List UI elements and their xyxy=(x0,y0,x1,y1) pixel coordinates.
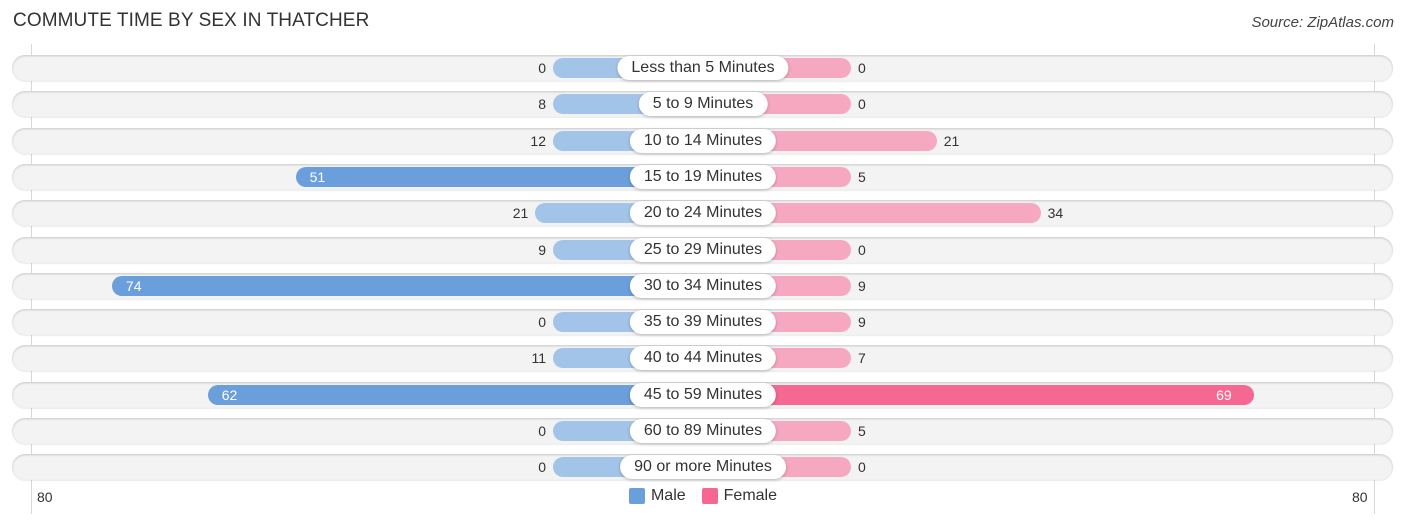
category-label: 25 to 29 Minutes xyxy=(629,237,777,262)
value-label-female: 0 xyxy=(858,241,866,258)
legend-item-male: Male xyxy=(628,487,686,505)
value-label-male: 9 xyxy=(538,241,546,258)
value-label-male: 51 xyxy=(309,168,326,185)
legend-label-male: Male xyxy=(650,487,686,504)
value-label-female: 5 xyxy=(858,423,866,439)
chart-title: COMMUTE TIME BY SEX IN THATCHER xyxy=(13,10,370,31)
source-label: Source: ZipAtlas.com xyxy=(1251,14,1394,31)
value-label-male: 8 xyxy=(538,96,546,113)
category-label: 5 to 9 Minutes xyxy=(638,92,768,117)
value-label-male: 11 xyxy=(531,350,546,367)
category-label: 20 to 24 Minutes xyxy=(629,201,777,226)
value-label-male: 0 xyxy=(538,459,546,476)
value-label-female: 21 xyxy=(943,132,960,149)
value-label-male: 0 xyxy=(538,60,546,76)
legend: Male Female xyxy=(0,487,1406,505)
category-label: 15 to 19 Minutes xyxy=(629,164,777,189)
category-label: 45 to 59 Minutes xyxy=(629,382,777,407)
bar-male xyxy=(207,384,703,405)
category-label: Less than 5 Minutes xyxy=(617,56,789,80)
category-label: 30 to 34 Minutes xyxy=(629,273,777,298)
value-label-female: 0 xyxy=(858,459,866,476)
value-label-male: 12 xyxy=(530,132,546,149)
legend-label-female: Female xyxy=(723,487,778,504)
value-label-female: 7 xyxy=(858,350,866,367)
category-label: 60 to 89 Minutes xyxy=(629,419,777,443)
legend-swatch-female xyxy=(701,488,718,504)
category-label: 35 to 39 Minutes xyxy=(629,310,777,335)
legend-item-female: Female xyxy=(701,487,778,505)
bar-male xyxy=(111,275,703,296)
value-label-female: 0 xyxy=(858,60,866,76)
value-label-female: 9 xyxy=(858,277,866,294)
category-label: 40 to 44 Minutes xyxy=(629,346,777,371)
value-label-female: 69 xyxy=(1216,386,1232,403)
value-label-female: 9 xyxy=(858,314,866,331)
value-label-female: 0 xyxy=(858,96,866,113)
value-label-female: 5 xyxy=(858,168,866,185)
legend-swatch-male xyxy=(628,488,645,504)
value-label-male: 62 xyxy=(221,386,238,403)
value-label-male: 0 xyxy=(538,314,546,331)
value-label-female: 34 xyxy=(1047,205,1064,222)
category-label: 90 or more Minutes xyxy=(620,455,786,480)
bar-female xyxy=(703,384,1255,405)
category-label: 10 to 14 Minutes xyxy=(629,128,777,153)
value-label-male: 21 xyxy=(512,205,529,222)
value-label-male: 0 xyxy=(538,423,546,439)
value-label-male: 74 xyxy=(125,277,142,294)
